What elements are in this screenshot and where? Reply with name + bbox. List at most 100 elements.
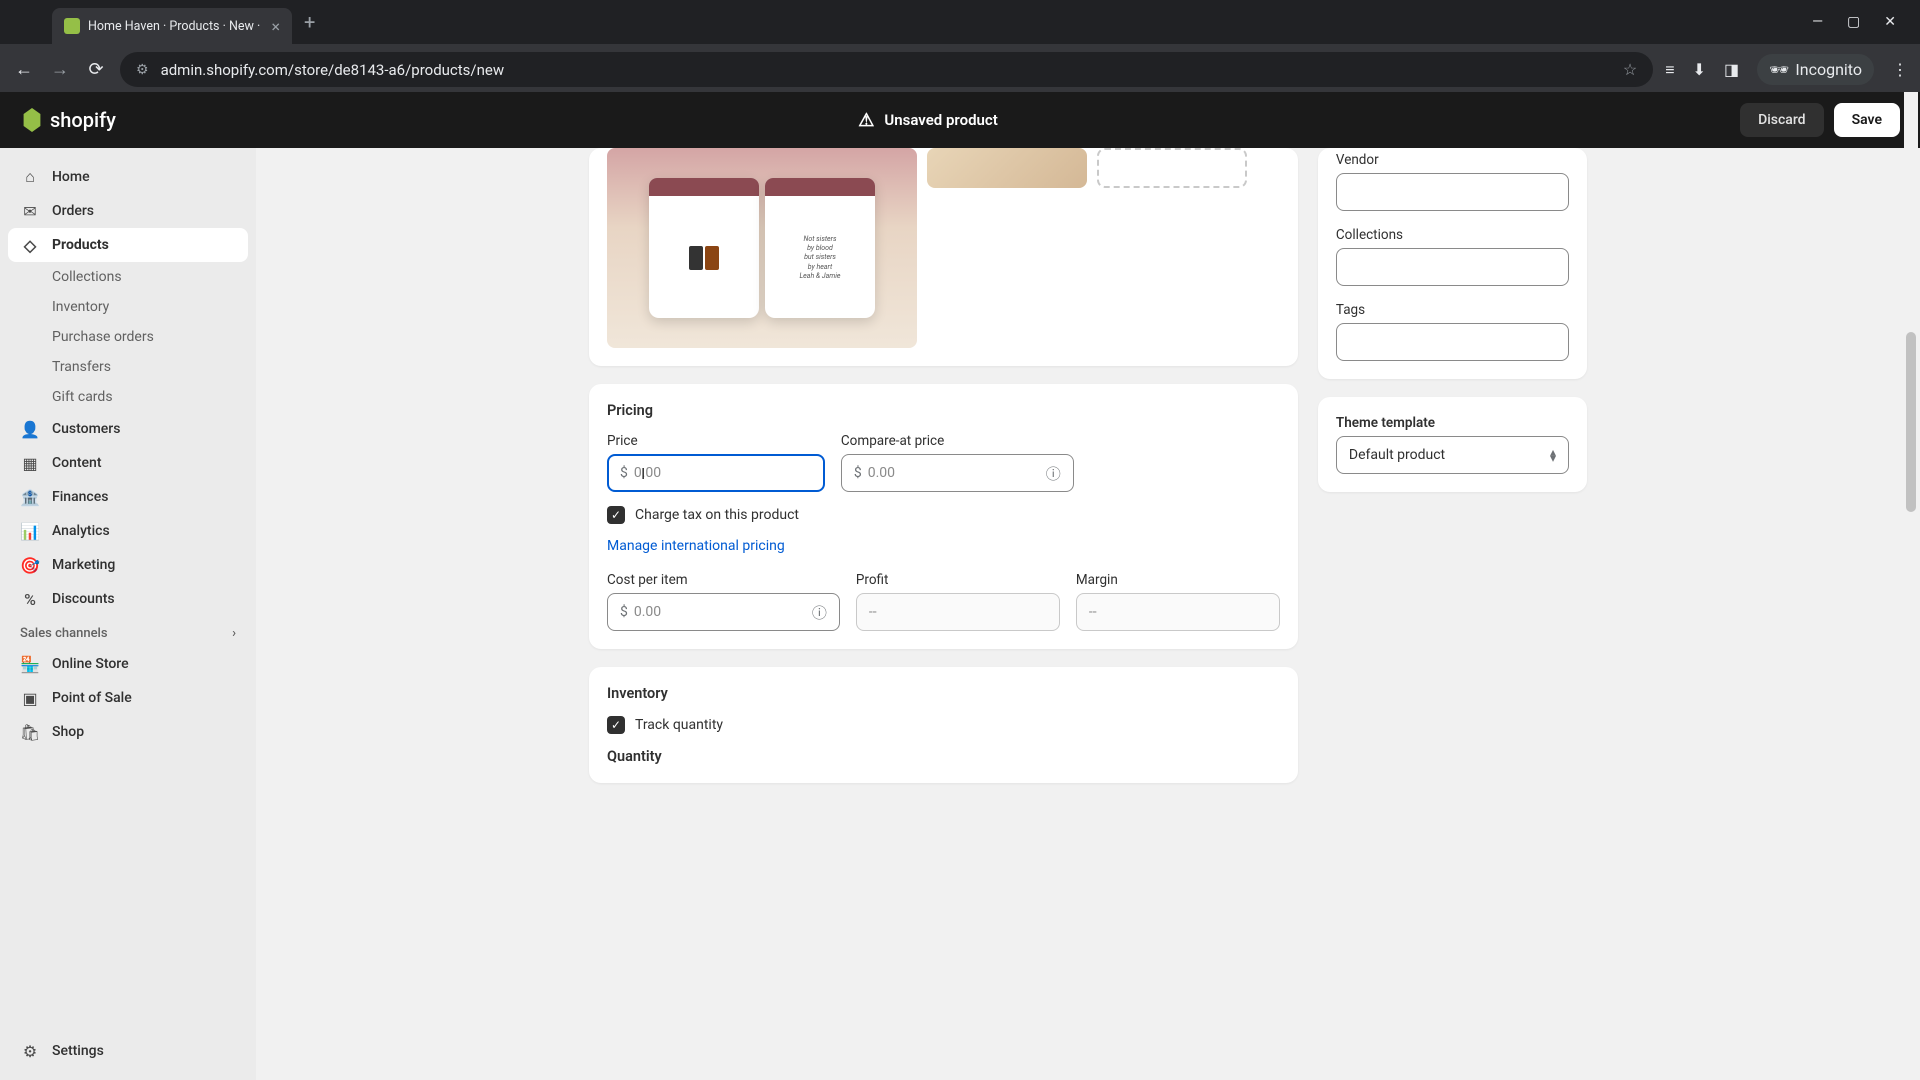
nav-label: Inventory bbox=[52, 299, 109, 315]
scrollbar-thumb[interactable] bbox=[1906, 332, 1916, 512]
extensions-icon[interactable]: ≡ bbox=[1665, 60, 1674, 80]
nav-shop[interactable]: 🛍Shop bbox=[8, 715, 248, 749]
product-image-thumb[interactable] bbox=[927, 148, 1087, 188]
nav-home[interactable]: ⌂Home bbox=[8, 160, 248, 194]
back-button[interactable]: ← bbox=[12, 59, 36, 80]
nav-label: Products bbox=[52, 237, 109, 253]
track-quantity-checkbox[interactable]: ✓ bbox=[607, 716, 625, 734]
select-chevrons-icon: ▴▾ bbox=[1550, 449, 1556, 461]
compare-input-wrap[interactable]: $ ⓘ bbox=[841, 454, 1074, 492]
nav-label: Shop bbox=[52, 724, 84, 740]
nav-point-of-sale[interactable]: ▣Point of Sale bbox=[8, 681, 248, 715]
vendor-input[interactable] bbox=[1349, 184, 1556, 200]
nav-collections[interactable]: Collections bbox=[8, 262, 248, 292]
vendor-label: Vendor bbox=[1336, 152, 1569, 168]
charge-tax-label: Charge tax on this product bbox=[635, 507, 799, 523]
margin-display bbox=[1076, 593, 1280, 631]
organization-card: Vendor Collections Tags bbox=[1318, 148, 1587, 379]
tags-input[interactable] bbox=[1349, 334, 1556, 350]
shopify-admin: shopify ⚠ Unsaved product Discard Save ⌂… bbox=[0, 92, 1920, 1080]
nav-products[interactable]: ◇Products bbox=[8, 228, 248, 262]
star-icon[interactable]: ☆ bbox=[1623, 60, 1637, 79]
customers-icon: 👤 bbox=[20, 419, 40, 439]
media-upload-slot[interactable] bbox=[1097, 148, 1247, 188]
analytics-icon: 📊 bbox=[20, 521, 40, 541]
track-quantity-label: Track quantity bbox=[635, 717, 723, 733]
nav-label: Orders bbox=[52, 203, 94, 219]
incognito-badge[interactable]: 🕶 Incognito bbox=[1757, 54, 1874, 85]
nav-orders[interactable]: ✉ Orders bbox=[8, 194, 248, 228]
collections-label: Collections bbox=[1336, 227, 1569, 243]
nav-inventory[interactable]: Inventory bbox=[8, 292, 248, 322]
incognito-icon: 🕶 bbox=[1769, 60, 1789, 79]
toolbar-icons: ≡ ⬇ ◨ 🕶 Incognito ⋮ bbox=[1665, 54, 1908, 85]
nav-analytics[interactable]: 📊Analytics bbox=[8, 514, 248, 548]
pricing-card: Pricing Price $ I Com bbox=[589, 384, 1298, 649]
discard-button[interactable]: Discard bbox=[1740, 103, 1823, 137]
theme-select[interactable]: Default product ▴▾ bbox=[1336, 436, 1569, 474]
minimize-icon[interactable]: — bbox=[1812, 14, 1823, 30]
profit-field: Profit bbox=[856, 572, 1060, 631]
nav-discounts[interactable]: %Discounts bbox=[8, 582, 248, 616]
nav-purchase-orders[interactable]: Purchase orders bbox=[8, 322, 248, 352]
forward-button[interactable]: → bbox=[48, 59, 72, 80]
save-button[interactable]: Save bbox=[1834, 103, 1900, 137]
profit-label: Profit bbox=[856, 572, 1060, 588]
charge-tax-checkbox[interactable]: ✓ bbox=[607, 506, 625, 524]
window-controls: — ▢ ✕ bbox=[1812, 14, 1912, 30]
product-image-main[interactable]: Not sisters by blood but sisters by hear… bbox=[607, 148, 917, 348]
nav-label: Customers bbox=[52, 421, 120, 437]
nav-settings[interactable]: ⚙Settings bbox=[8, 1034, 248, 1068]
price-label: Price bbox=[607, 433, 825, 449]
close-icon[interactable]: × bbox=[271, 17, 280, 36]
logo-text: shopify bbox=[50, 108, 116, 132]
orders-icon: ✉ bbox=[20, 201, 40, 221]
nav-content[interactable]: ▦Content bbox=[8, 446, 248, 480]
nav-label: Purchase orders bbox=[52, 329, 154, 345]
tags-input-wrap[interactable] bbox=[1336, 323, 1569, 361]
maximize-icon[interactable]: ▢ bbox=[1847, 14, 1860, 30]
nav-customers[interactable]: 👤 Customers bbox=[8, 412, 248, 446]
nav-label: Gift cards bbox=[52, 389, 113, 405]
collections-input-wrap[interactable] bbox=[1336, 248, 1569, 286]
browser-tab[interactable]: Home Haven · Products · New · × bbox=[52, 8, 292, 44]
help-icon[interactable]: ⓘ bbox=[812, 602, 827, 623]
close-window-icon[interactable]: ✕ bbox=[1884, 14, 1896, 30]
shopify-logo[interactable]: shopify bbox=[20, 108, 116, 132]
sidepanel-icon[interactable]: ◨ bbox=[1724, 60, 1739, 79]
compare-input[interactable] bbox=[868, 465, 1046, 481]
menu-icon[interactable]: ⋮ bbox=[1892, 60, 1908, 79]
tab-bar: Home Haven · Products · New · × + — ▢ ✕ bbox=[0, 0, 1920, 44]
media-card: Not sisters by blood but sisters by hear… bbox=[589, 148, 1298, 366]
help-icon[interactable]: ⓘ bbox=[1046, 463, 1061, 484]
price-input-wrap[interactable]: $ I bbox=[607, 454, 825, 492]
profit-input bbox=[869, 604, 1047, 620]
side-column: Vendor Collections Tags bbox=[1318, 148, 1587, 492]
nav-gift-cards[interactable]: Gift cards bbox=[8, 382, 248, 412]
browser-chrome: Home Haven · Products · New · × + — ▢ ✕ … bbox=[0, 0, 1920, 95]
nav-marketing[interactable]: 🎯Marketing bbox=[8, 548, 248, 582]
track-quantity-row: ✓ Track quantity bbox=[607, 716, 1280, 734]
download-icon[interactable]: ⬇ bbox=[1693, 60, 1706, 79]
media-row: Not sisters by blood but sisters by hear… bbox=[607, 148, 1280, 348]
new-tab-button[interactable]: + bbox=[304, 10, 315, 34]
price-input[interactable] bbox=[634, 465, 812, 481]
cost-input-wrap[interactable]: $ ⓘ bbox=[607, 593, 840, 631]
vendor-input-wrap[interactable] bbox=[1336, 173, 1569, 211]
nav-online-store[interactable]: 🏪Online Store bbox=[8, 647, 248, 681]
nav-label: Transfers bbox=[52, 359, 111, 375]
sales-channels-header[interactable]: Sales channels › bbox=[8, 616, 248, 647]
nav-transfers[interactable]: Transfers bbox=[8, 352, 248, 382]
page-scrollbar[interactable] bbox=[1904, 92, 1918, 1080]
address-bar[interactable]: ⚙ admin.shopify.com/store/de8143-a6/prod… bbox=[120, 52, 1653, 87]
nav-finances[interactable]: 🏦Finances bbox=[8, 480, 248, 514]
site-info-icon[interactable]: ⚙ bbox=[136, 62, 149, 78]
reload-button[interactable]: ⟳ bbox=[84, 59, 108, 80]
cost-input[interactable] bbox=[634, 604, 812, 620]
nav-label: Discounts bbox=[52, 591, 115, 607]
collections-input[interactable] bbox=[1349, 259, 1556, 275]
price-row: Price $ I Compare-at price $ bbox=[607, 433, 1280, 492]
address-row: ← → ⟳ ⚙ admin.shopify.com/store/de8143-a… bbox=[0, 44, 1920, 95]
cost-field: Cost per item $ ⓘ bbox=[607, 572, 840, 631]
manage-intl-link[interactable]: Manage international pricing bbox=[607, 538, 785, 554]
